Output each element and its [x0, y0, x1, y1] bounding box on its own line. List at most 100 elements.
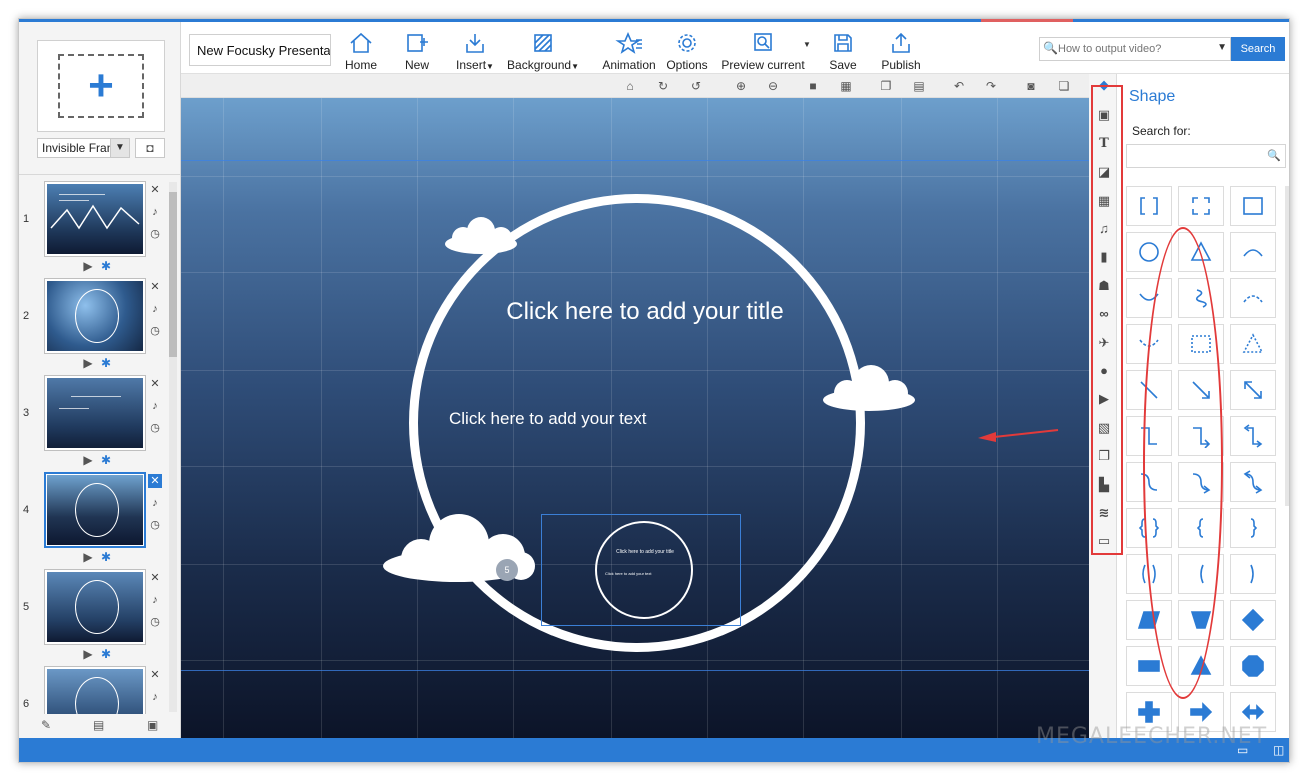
- thumbnail-item[interactable]: 2 ✕ ♪ ◷ ▶ ✱: [19, 276, 169, 372]
- shape-dashed-arc[interactable]: [1230, 278, 1276, 318]
- close-icon[interactable]: ✕: [148, 474, 162, 488]
- sub-frame-circle[interactable]: [595, 521, 693, 619]
- shape-elbow-double-arrow[interactable]: [1230, 416, 1276, 456]
- play-icon[interactable]: ▶: [81, 356, 95, 370]
- sub-frame-title[interactable]: Click here to add your title: [603, 549, 687, 555]
- add-frame-button[interactable]: +: [37, 40, 165, 132]
- close-icon[interactable]: ✕: [148, 276, 162, 298]
- thumbnail-image[interactable]: [44, 569, 146, 645]
- mic-icon[interactable]: ♪: [148, 589, 162, 611]
- frame-settings-icon[interactable]: ▤: [93, 718, 104, 732]
- home-view-icon[interactable]: ⌂: [622, 78, 638, 94]
- mic-icon[interactable]: ♪: [148, 298, 162, 320]
- shape-curve-double-arrow[interactable]: [1230, 462, 1276, 502]
- zoom-out-icon[interactable]: ⊖: [765, 78, 781, 94]
- play-icon[interactable]: ▶: [81, 647, 95, 661]
- mic-icon[interactable]: ♪: [148, 686, 162, 708]
- close-icon[interactable]: ✕: [148, 567, 162, 589]
- gear-icon[interactable]: ✱: [99, 259, 113, 273]
- thumbnail-image[interactable]: [44, 278, 146, 354]
- options-button[interactable]: Options: [665, 26, 709, 72]
- unlock-icon[interactable]: ◫: [1273, 743, 1284, 757]
- shape-rectangle[interactable]: [1230, 186, 1276, 226]
- window-icon[interactable]: ❏: [1056, 78, 1072, 94]
- timer-icon[interactable]: ◷: [148, 223, 162, 245]
- shape-octagon[interactable]: [1230, 646, 1276, 686]
- shape-arc[interactable]: [1230, 232, 1276, 272]
- help-search-box[interactable]: 🔍 ▼: [1039, 37, 1231, 61]
- thumbnail-image[interactable]: [44, 375, 146, 451]
- timer-icon[interactable]: ◷: [148, 611, 162, 633]
- help-search-input[interactable]: [1058, 40, 1210, 58]
- thumbnail-image[interactable]: [44, 181, 146, 257]
- close-icon[interactable]: ✕: [148, 664, 162, 686]
- shape-right-brace[interactable]: [1230, 508, 1276, 548]
- home-button[interactable]: Home: [341, 26, 381, 72]
- gear-icon[interactable]: ✱: [99, 356, 113, 370]
- lock-icon[interactable]: ■: [805, 78, 821, 94]
- gear-icon[interactable]: ✱: [99, 647, 113, 661]
- shape-corner-frame[interactable]: [1178, 186, 1224, 226]
- animation-button[interactable]: Animation: [601, 26, 657, 72]
- close-icon[interactable]: ✕: [148, 179, 162, 201]
- gear-icon[interactable]: ✱: [99, 453, 113, 467]
- mic-icon[interactable]: ♪: [148, 395, 162, 417]
- paste-icon[interactable]: ▤: [911, 78, 927, 94]
- shape-search-input[interactable]: 🔍: [1126, 144, 1286, 168]
- undo-icon[interactable]: ↶: [951, 78, 967, 94]
- shape-double-arrow-line[interactable]: [1230, 370, 1276, 410]
- play-icon[interactable]: ▶: [81, 259, 95, 273]
- thumbnail-item[interactable]: 6 ✕ ♪: [19, 664, 169, 714]
- preview-current-button[interactable]: Preview current: [719, 26, 807, 72]
- new-button[interactable]: New: [399, 26, 435, 72]
- play-icon[interactable]: ▶: [81, 550, 95, 564]
- close-icon[interactable]: ✕: [148, 373, 162, 395]
- timer-icon[interactable]: ◷: [148, 320, 162, 342]
- save-button[interactable]: Save: [823, 26, 863, 72]
- thumbnail-item[interactable]: 3 ✕ ♪ ◷ ▶ ✱: [19, 373, 169, 469]
- edit-frame-icon[interactable]: ✎: [41, 718, 51, 732]
- sub-frame-text[interactable]: Click here to add your text: [605, 571, 651, 576]
- chevron-down-icon[interactable]: ▼: [110, 138, 130, 158]
- thumbnail-item[interactable]: 4 ✕ ♪ ◷ ▶ ✱: [19, 470, 169, 566]
- search-button[interactable]: Search: [1231, 37, 1285, 61]
- background-button[interactable]: Background▼: [507, 26, 579, 72]
- thumbnail-number: 5: [23, 601, 30, 613]
- shape-scrollbar[interactable]: [1285, 186, 1289, 506]
- grid-icon[interactable]: ▦: [838, 78, 854, 94]
- zoom-in-icon[interactable]: ⊕: [733, 78, 749, 94]
- mic-icon[interactable]: ♪: [148, 492, 162, 514]
- rotate-left-icon[interactable]: ↺: [688, 78, 704, 94]
- thumbnail-item[interactable]: 1 ✕ ♪ ◷ ▶ ✱: [19, 179, 169, 275]
- editing-canvas[interactable]: Click here to add your title Click here …: [181, 98, 1089, 738]
- camera-icon[interactable]: ◘: [135, 138, 165, 158]
- timer-icon[interactable]: ◷: [148, 514, 162, 536]
- thumbnail-image[interactable]: [44, 666, 146, 714]
- title-placeholder[interactable]: Click here to add your title: [439, 298, 851, 326]
- shape-diamond[interactable]: [1230, 600, 1276, 640]
- insert-button[interactable]: Insert▼: [453, 26, 497, 72]
- shape-bracket-frame[interactable]: [1126, 186, 1172, 226]
- play-icon[interactable]: ▶: [81, 453, 95, 467]
- project-title-field[interactable]: New Focusky Presenta: [189, 34, 331, 66]
- thumbnail-item[interactable]: 5 ✕ ♪ ◷ ▶ ✱: [19, 567, 169, 663]
- text-placeholder[interactable]: Click here to add your text: [449, 409, 646, 429]
- rotate-right-icon[interactable]: ↻: [655, 78, 671, 94]
- redo-icon[interactable]: ↷: [983, 78, 999, 94]
- scrollbar-thumb[interactable]: [169, 192, 177, 357]
- preview-dropdown-icon[interactable]: ▼: [803, 40, 811, 49]
- publish-button[interactable]: Publish: [877, 26, 925, 72]
- search-icon: 🔍: [1267, 150, 1281, 162]
- chevron-down-icon[interactable]: ▼: [1217, 42, 1227, 53]
- screen-capture-icon[interactable]: ▣: [147, 718, 158, 732]
- shape-dashed-triangle[interactable]: [1230, 324, 1276, 364]
- shape-right-parenthesis[interactable]: [1230, 554, 1276, 594]
- thumbnail-scrollbar[interactable]: [169, 182, 177, 712]
- mic-icon[interactable]: ♪: [148, 201, 162, 223]
- category-highlight-box: [1091, 85, 1123, 555]
- copy-icon[interactable]: ❐: [878, 78, 894, 94]
- thumbnail-image[interactable]: [44, 472, 146, 548]
- camera-icon[interactable]: ◙: [1023, 78, 1039, 94]
- gear-icon[interactable]: ✱: [99, 550, 113, 564]
- timer-icon[interactable]: ◷: [148, 417, 162, 439]
